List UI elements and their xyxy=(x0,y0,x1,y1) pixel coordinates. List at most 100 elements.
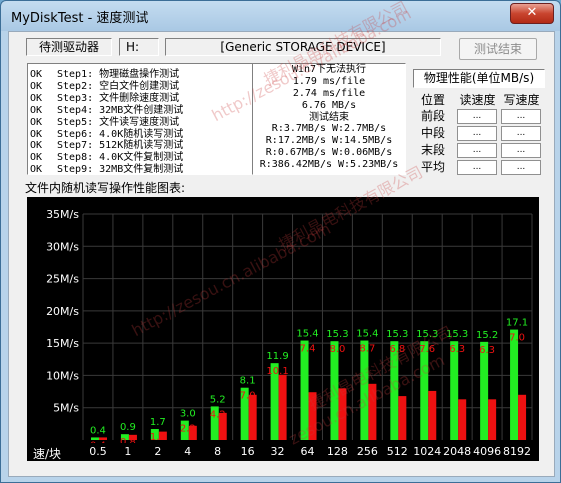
step-row: OK Step5: 文件读写速度测试 xyxy=(30,113,179,128)
step-status: OK xyxy=(30,164,43,176)
perf-row-name: 中段 xyxy=(420,126,445,140)
step-row: OK Step1: 物理磁盘操作测试 xyxy=(30,65,179,80)
result-value: R:3.7MB/s W:2.7MB/s xyxy=(271,123,387,135)
read-value-label: 15.3 xyxy=(326,329,348,340)
write-value-label: 10.1 xyxy=(266,366,288,377)
steps-list: OK Step1: 物理磁盘操作测试 OK Step2: 空白文件创建测试 OK Step… xyxy=(27,63,254,175)
close-button[interactable]: ✕ xyxy=(510,3,554,24)
chart-svg: 5M/s10M/s15M/s20M/s25M/s30M/s35M/s0.40.4… xyxy=(46,208,533,451)
read-bar xyxy=(390,341,399,440)
result-value: 1.79 ms/file xyxy=(292,75,366,87)
perf-read-value: ... xyxy=(457,109,497,124)
step-row: OK Step9: 32MB文件复制测试 xyxy=(30,160,183,175)
result-value: 6.76 MB/s xyxy=(301,99,357,111)
read-value-label: 11.9 xyxy=(266,351,288,362)
write-value-label: 7.6 xyxy=(419,344,435,355)
step-label: Step9: 32MB文件复制测试 xyxy=(57,164,184,176)
perf-write-value: ... xyxy=(501,143,541,158)
perf-row-name: 前段 xyxy=(420,109,445,123)
result-value: R:0.67MB/s W:0.06MB/s xyxy=(265,147,393,159)
y-tick-label: 25M/s xyxy=(46,273,79,286)
read-bar xyxy=(360,340,369,440)
read-value-label: 15.2 xyxy=(476,330,498,341)
x-axis-title: 速/块 xyxy=(33,447,62,461)
write-bar xyxy=(398,396,407,440)
read-value-label: 3.0 xyxy=(180,409,196,420)
results-list: Win7下无法执行 1.79 ms/file 2.74 ms/file 6.76 MB… xyxy=(252,63,406,175)
read-value-label: 15.4 xyxy=(296,329,318,340)
x-tick-label: 4096 xyxy=(473,445,502,458)
write-value-label: 8.0 xyxy=(329,344,345,355)
x-tick-label: 8192 xyxy=(503,445,532,458)
perf-write-value: ... xyxy=(501,160,541,175)
perf-write-value: ... xyxy=(501,109,541,124)
perf-title: 物理性能(单位MB/s) xyxy=(413,69,545,88)
device-name: [Generic STORAGE DEVICE] xyxy=(165,38,441,56)
perf-row-name: 平均 xyxy=(420,160,445,174)
x-tick-label: 128 xyxy=(326,445,348,458)
write-value-label: 7.0 xyxy=(240,391,256,402)
x-tick-label: 512 xyxy=(386,445,408,458)
performance-chart: 5M/s10M/s15M/s20M/s25M/s30M/s35M/s0.40.4… xyxy=(27,197,539,451)
client-area: 待测驱动器 H: [Generic STORAGE DEVICE] 测试结束 O… xyxy=(8,31,555,477)
perf-write-value: ... xyxy=(501,126,541,141)
read-value-label: 0.9 xyxy=(120,422,136,433)
perf-read-value: ... xyxy=(457,126,497,141)
read-value-label: 15.3 xyxy=(446,329,468,340)
write-value-label: 6.3 xyxy=(479,345,495,356)
read-value-label: 15.3 xyxy=(386,329,408,340)
y-tick-label: 35M/s xyxy=(46,208,79,221)
step-row: OK Step8: 4.0K文件复制测试 xyxy=(30,148,183,163)
read-bar xyxy=(480,341,489,440)
y-tick-label: 5M/s xyxy=(53,402,79,415)
read-bar xyxy=(330,341,339,440)
y-tick-label: 10M/s xyxy=(46,369,79,382)
title-bar[interactable]: MyDiskTest - 速度测试 ✕ xyxy=(1,1,560,31)
chart-label: 文件内随机读写操作性能图表: xyxy=(25,181,186,195)
x-tick-label: 16 xyxy=(240,445,255,458)
read-value-label: 5.2 xyxy=(210,394,226,405)
step-row: OK Step4: 32MB文件创建测试 xyxy=(30,101,183,116)
read-value-label: 8.1 xyxy=(240,376,256,387)
write-value-label: 4.2 xyxy=(210,409,226,420)
write-value-label: 6.8 xyxy=(389,344,405,355)
result-value: R:17.2MB/s W:14.5MB/s xyxy=(265,135,393,147)
stop-test-button[interactable]: 测试结束 xyxy=(459,38,537,60)
perf-read-value: ... xyxy=(457,160,497,175)
write-value-label: 8.7 xyxy=(359,344,375,355)
x-tick-label: 64 xyxy=(300,445,315,458)
y-tick-label: 30M/s xyxy=(46,240,79,253)
read-bar xyxy=(450,341,459,440)
result-value: Win7下无法执行 xyxy=(291,64,367,75)
read-value-label: 17.1 xyxy=(506,318,528,329)
drive-label: 待测驱动器 xyxy=(26,38,112,56)
result-value: 测试结束 xyxy=(309,111,349,123)
app-window: MyDiskTest - 速度测试 ✕ 待测驱动器 H: [Generic ST… xyxy=(0,0,561,483)
read-value-label: 0.4 xyxy=(90,425,106,436)
x-tick-label: 0.5 xyxy=(89,445,107,458)
read-value-label: 15.4 xyxy=(356,329,378,340)
write-value-label: 2.2 xyxy=(180,424,196,435)
y-tick-label: 15M/s xyxy=(46,337,79,350)
write-bar xyxy=(458,399,467,440)
write-bar xyxy=(428,390,437,440)
write-bar xyxy=(368,383,377,440)
drive-letter: H: xyxy=(119,38,159,56)
perf-header: 写速度 xyxy=(503,93,540,107)
read-bar xyxy=(510,329,519,440)
read-bar xyxy=(420,341,429,440)
x-tick-label: 1 xyxy=(124,445,132,458)
y-tick-label: 20M/s xyxy=(46,305,79,318)
read-value-label: 15.3 xyxy=(416,329,438,340)
step-row: OK Step7: 512K随机读写测试 xyxy=(30,136,183,151)
read-bar xyxy=(300,340,309,440)
result-value: R:386.42MB/s W:5.23MB/s xyxy=(259,159,399,171)
window-title: MyDiskTest - 速度测试 xyxy=(11,11,149,26)
write-bar xyxy=(338,388,347,440)
x-tick-label: 2 xyxy=(154,445,162,458)
x-tick-label: 1024 xyxy=(413,445,442,458)
step-row: OK Step2: 空白文件创建测试 xyxy=(30,77,179,92)
x-tick-label: 4 xyxy=(184,445,192,458)
perf-read-value: ... xyxy=(457,143,497,158)
x-tick-label: 256 xyxy=(356,445,378,458)
